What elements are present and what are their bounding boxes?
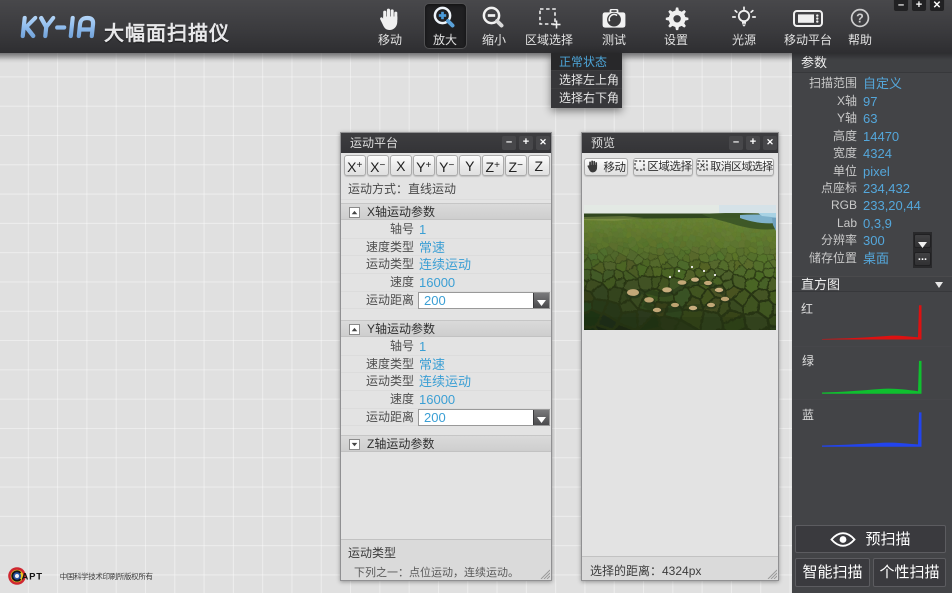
svg-text:APT: APT <box>22 572 43 583</box>
svg-text:?: ? <box>856 11 864 25</box>
svg-text:中国科学技术印刷所版权所有: 中国科学技术印刷所版权所有 <box>60 571 154 581</box>
